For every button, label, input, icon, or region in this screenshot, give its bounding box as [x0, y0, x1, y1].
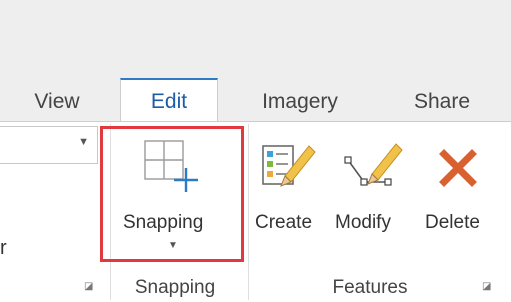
title-bar-area: [0, 0, 511, 80]
tab-edit[interactable]: Edit: [120, 78, 218, 121]
delete-button-label: Delete: [425, 212, 480, 233]
partial-button-label: r: [0, 237, 7, 259]
modify-button-label: Modify: [335, 212, 391, 233]
delete-icon: [439, 149, 477, 187]
chevron-down-icon: ▼: [78, 136, 89, 148]
tab-imagery[interactable]: Imagery: [248, 80, 352, 122]
layer-dropdown[interactable]: ▼: [0, 126, 98, 164]
highlight-box: [100, 126, 244, 262]
ribbon-tab-row: View Edit Imagery Share: [0, 78, 511, 122]
modify-features-icon: [344, 143, 403, 186]
modify-button[interactable]: Modify: [332, 128, 416, 248]
create-button[interactable]: Create: [252, 128, 326, 248]
tab-view[interactable]: View: [22, 80, 92, 122]
group-separator: [248, 124, 249, 300]
features-group-label: Features: [332, 277, 408, 298]
ribbon-panel: ▼ r ◪ Snapping ▼ Snapping Create Modify …: [0, 121, 511, 302]
create-features-icon: [262, 145, 316, 187]
dialog-launcher-icon[interactable]: ◪: [482, 281, 491, 292]
delete-button[interactable]: Delete: [422, 128, 498, 248]
create-button-label: Create: [255, 212, 313, 233]
tab-share[interactable]: Share: [400, 80, 484, 122]
snapping-group-label: Snapping: [134, 277, 216, 298]
dialog-launcher-icon[interactable]: ◪: [84, 281, 93, 292]
